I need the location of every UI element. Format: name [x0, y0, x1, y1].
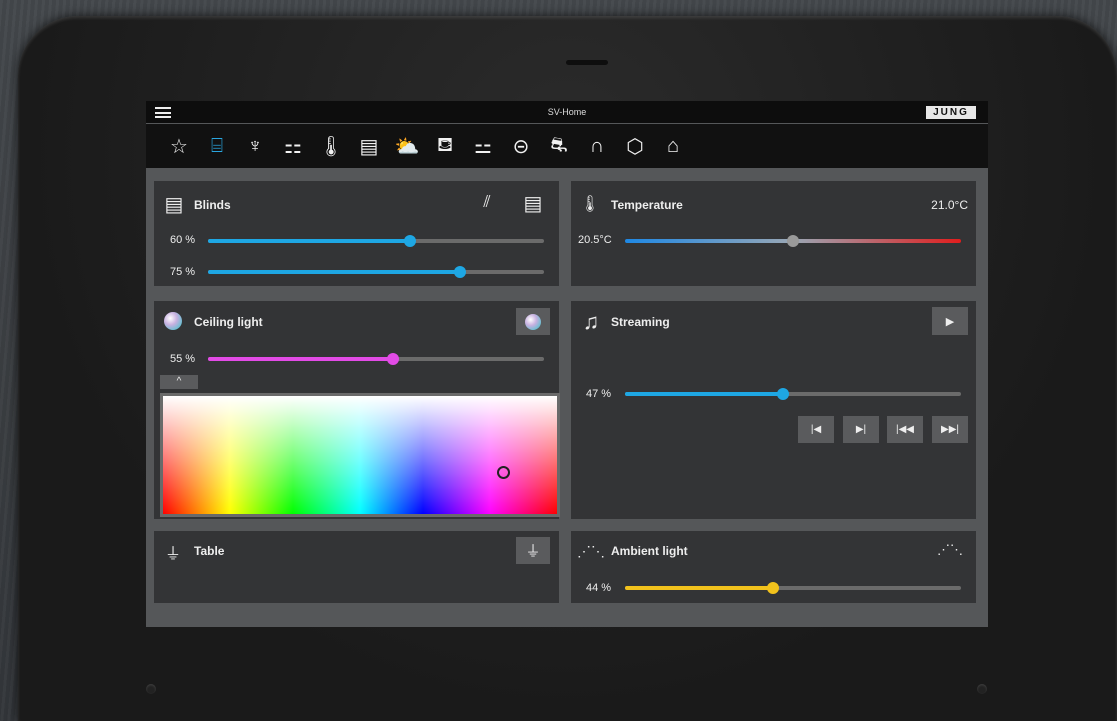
pendant-lamp-icon: ⏚: [164, 546, 181, 563]
blinds-panel: ▤ Blinds ⫽ ▤ 60 % 75 %: [154, 181, 559, 286]
car-garage-icon[interactable]: ⛐: [540, 131, 578, 161]
fast-forward-button[interactable]: ▶▶|: [932, 416, 968, 443]
ambient-light-slider-fill: [625, 586, 773, 590]
volume-slider[interactable]: [625, 388, 961, 400]
next-track-button[interactable]: ▶|: [843, 416, 879, 443]
rewind-button[interactable]: |◀◀: [887, 416, 923, 443]
volume-slider-knob[interactable]: [776, 388, 789, 400]
temperature-title: Temperature: [611, 198, 683, 212]
ceiling-light-slider-fill: [208, 357, 393, 361]
volume-value: 47 %: [586, 388, 612, 400]
temperature-current: 20.5°C: [578, 234, 612, 246]
weather-icon[interactable]: ⛅: [388, 131, 426, 161]
volume-slider-fill: [625, 392, 783, 396]
top-bar: SV-Home JUNG: [146, 101, 988, 123]
room-bedroom-icon[interactable]: ⚍: [464, 131, 502, 161]
temperature-slider[interactable]: [625, 235, 961, 247]
ambient-light-panel: ⋰⋱ Ambient light ⋰⋱ 44 %: [571, 531, 976, 603]
room-kitchen-icon[interactable]: ⊝: [502, 131, 540, 161]
brand-logo: JUNG: [926, 106, 976, 119]
color-picker[interactable]: [160, 393, 560, 517]
blinds-slider-1-knob[interactable]: [403, 235, 416, 247]
touch-screen: SV-Home JUNG ☆ ⌸ ♆ ⚏ 🌡 ▤ ⛅ ⛾ ⚍ ⊝ ⛐ ∩ ⬡ ⌂ ▤ Blinds ⫽ ▤…: [146, 101, 988, 627]
proximity-sensor: [566, 60, 608, 65]
temperature-panel: 🌡 Temperature 21.0°C 20.5°C: [571, 181, 976, 286]
ambient-light-slider[interactable]: [625, 582, 961, 594]
previous-track-button[interactable]: |◀: [798, 416, 834, 443]
streaming-panel: ♫ Streaming ▶ 47 % |◀ ▶| |◀◀ ▶▶|: [571, 301, 976, 519]
table-panel: ⏚ Table ⏚: [154, 531, 559, 603]
bulb-toggle-button[interactable]: [516, 308, 550, 335]
blinds-slider-2-fill: [208, 270, 460, 274]
room-office-icon[interactable]: ⌸: [198, 131, 236, 161]
favorites-star-icon[interactable]: ☆: [160, 131, 198, 161]
blinds-slider-2-value: 75 %: [170, 266, 196, 278]
ceiling-light-slider[interactable]: [208, 353, 544, 365]
blinds-slider-2[interactable]: [208, 266, 544, 278]
app-title: SV-Home: [547, 107, 587, 117]
ceiling-light-title: Ceiling light: [194, 315, 263, 329]
ambient-light-toggle-icon[interactable]: ⋰⋱: [933, 539, 967, 561]
table-light-toggle-button[interactable]: ⏚: [516, 537, 550, 564]
ceiling-light-value: 55 %: [170, 353, 196, 365]
blinds-slider-1-fill: [208, 239, 410, 243]
blinds-slider-2-knob[interactable]: [454, 266, 466, 278]
cube-icon[interactable]: ⬡: [616, 131, 654, 161]
blinds-slider-1[interactable]: [208, 235, 544, 247]
temperature-slider-knob[interactable]: [787, 235, 799, 247]
blinds-slider-1-value: 60 %: [170, 234, 196, 246]
room-bath-icon[interactable]: ⛾: [426, 131, 464, 161]
room-dining-icon[interactable]: ♆: [236, 131, 274, 161]
play-button[interactable]: ▶: [932, 307, 968, 335]
blinds-icon[interactable]: ▤: [350, 131, 388, 161]
screw-left: [146, 684, 156, 694]
outdoor-icon[interactable]: ∩: [578, 131, 616, 161]
blinds-toggle-icon[interactable]: ▤: [520, 191, 546, 215]
ambient-light-icon: ⋰⋱: [577, 542, 605, 559]
screw-right: [977, 684, 987, 694]
thermometer-icon: 🌡: [579, 196, 601, 213]
streaming-title: Streaming: [611, 315, 670, 329]
blinds-title: Blinds: [194, 198, 231, 212]
ambient-light-value: 44 %: [586, 582, 612, 594]
blinds-icon: ▤: [164, 193, 184, 216]
ambient-light-slider-knob[interactable]: [766, 582, 779, 594]
thermometer-icon[interactable]: 🌡: [312, 131, 350, 161]
bulb-icon: [525, 313, 541, 330]
collapse-picker-button[interactable]: ^: [160, 375, 198, 389]
slat-angle-icon[interactable]: ⫽: [474, 191, 500, 215]
ceiling-light-slider-knob[interactable]: [386, 353, 399, 365]
color-bulb-icon: [164, 312, 182, 330]
color-picker-cursor[interactable]: [497, 466, 510, 479]
music-note-icon: ♫: [582, 309, 600, 334]
room-living-icon[interactable]: ⚏: [274, 131, 312, 161]
temperature-setpoint: 21.0°C: [931, 198, 968, 212]
table-title: Table: [194, 544, 225, 558]
ambient-light-title: Ambient light: [611, 544, 688, 558]
room-nav-bar: ☆ ⌸ ♆ ⚏ 🌡 ▤ ⛅ ⛾ ⚍ ⊝ ⛐ ∩ ⬡ ⌂: [146, 124, 988, 168]
home-icon[interactable]: ⌂: [654, 131, 692, 161]
